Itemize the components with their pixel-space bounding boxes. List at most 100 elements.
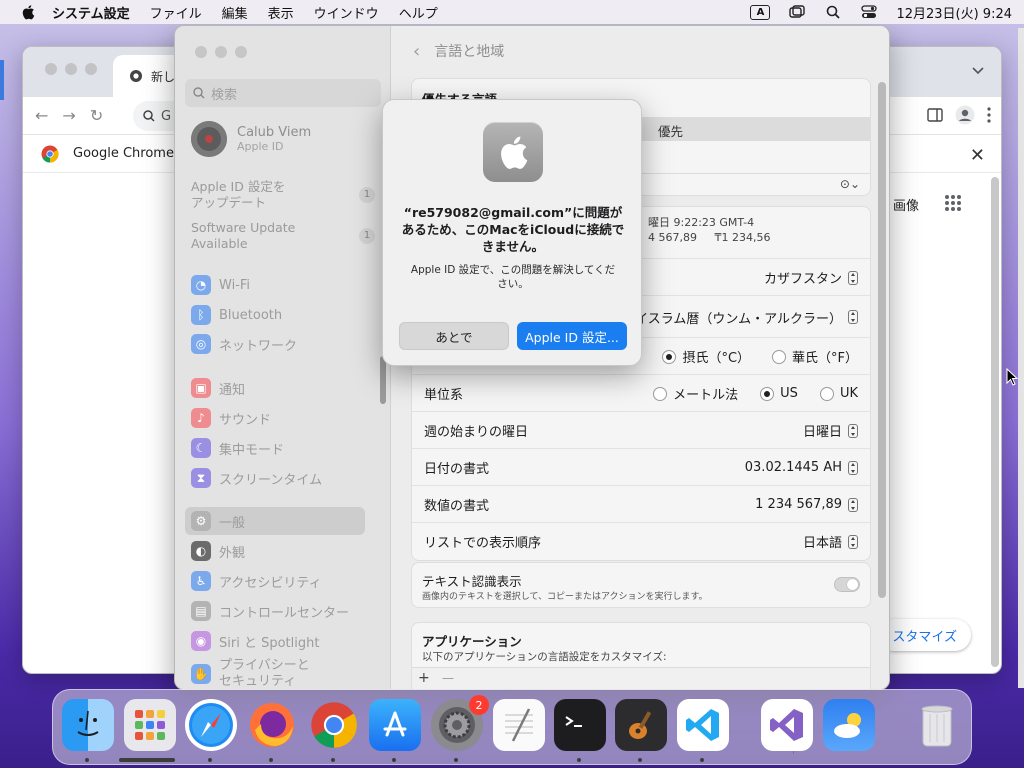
language-action-menu-icon[interactable]: ⊙⌄: [840, 177, 860, 191]
sidebar-item-control-center[interactable]: ▤ コントロールセンター: [191, 599, 349, 623]
later-button[interactable]: あとで: [399, 322, 509, 350]
textedit-icon[interactable]: [493, 699, 545, 751]
customize-button[interactable]: スタマイズ: [878, 619, 971, 651]
chrome-logo-icon: [41, 145, 59, 163]
wifi-icon: ◔: [191, 275, 211, 295]
popup-stepper-icon[interactable]: [848, 460, 858, 475]
sidebar-item-siri[interactable]: ◉ Siri と Spotlight: [191, 629, 319, 653]
notification-badge: 2: [469, 695, 489, 715]
fahrenheit-radio[interactable]: 華氏（°F）: [772, 347, 858, 366]
chrome-icon[interactable]: [308, 699, 360, 751]
google-apps-icon[interactable]: [945, 195, 961, 211]
reload-icon[interactable]: ↻: [90, 106, 103, 125]
back-arrow-icon[interactable]: ←: [35, 106, 48, 125]
row-value: 1 234 567,89: [755, 497, 842, 512]
chrome-scrollbar[interactable]: [991, 177, 999, 667]
more-menu-icon[interactable]: [987, 107, 991, 123]
garageband-icon[interactable]: [615, 699, 667, 751]
metric-radio[interactable]: メートル法: [653, 384, 738, 403]
apple-id-settings-button[interactable]: Apple ID 設定...: [517, 322, 627, 350]
control-center-icon: ▤: [191, 601, 211, 621]
zoom-dot[interactable]: [235, 46, 247, 58]
sidebar-item-privacy[interactable]: ✋ プライバシーと セキュリティ: [191, 658, 310, 689]
radio-label: 摂氏（°C）: [682, 351, 751, 366]
sidebar-item-general[interactable]: ⚙ 一般: [191, 509, 245, 533]
terminal-icon[interactable]: [554, 699, 606, 751]
popup-stepper-icon[interactable]: [848, 534, 858, 549]
calendar-value: イスラム暦（ウンム・アルクラー）: [635, 311, 842, 327]
apple-menu-icon[interactable]: [18, 4, 38, 20]
remove-application-button[interactable]: —: [442, 671, 454, 685]
popup-stepper-icon[interactable]: [848, 497, 858, 512]
menu-file[interactable]: ファイル: [150, 3, 202, 22]
sidebar-search-field[interactable]: 検索: [185, 79, 381, 107]
minimize-dot[interactable]: [65, 63, 77, 75]
sidebar-item-bluetooth[interactable]: ᛒ Bluetooth: [191, 303, 282, 327]
celsius-radio[interactable]: 摂氏（°C）: [662, 347, 750, 366]
close-dot[interactable]: [45, 63, 57, 75]
sidebar-item-network[interactable]: ◎ ネットワーク: [191, 332, 297, 356]
side-panel-icon[interactable]: [927, 108, 943, 122]
control-center-icon[interactable]: [860, 4, 878, 20]
forward-arrow-icon[interactable]: →: [62, 106, 75, 125]
menu-clock[interactable]: 12月23日(火) 9:24: [896, 3, 1012, 22]
google-images-link[interactable]: 画像: [893, 195, 919, 214]
minimize-dot[interactable]: [215, 46, 227, 58]
popup-stepper-icon[interactable]: [848, 310, 858, 324]
sidebar-item-sound[interactable]: ♪ サウンド: [191, 406, 271, 430]
sidebar-item-wifi[interactable]: ◔ Wi-Fi: [191, 273, 250, 297]
live-text-toggle[interactable]: [834, 577, 860, 592]
menu-view[interactable]: 表示: [268, 3, 294, 22]
launchpad-icon[interactable]: [124, 699, 176, 751]
settings-header: ‹ 言語と地域: [391, 26, 889, 76]
back-chevron-icon[interactable]: ‹: [413, 41, 420, 62]
menu-help[interactable]: ヘルプ: [399, 3, 438, 22]
sidebar-scrollbar[interactable]: [380, 356, 386, 404]
vscode-icon[interactable]: [677, 699, 729, 751]
trash-icon[interactable]: [911, 699, 963, 751]
row-value: 03.02.1445 AH: [744, 460, 842, 475]
list-sort-row[interactable]: リストでの表示順序 日本語: [412, 523, 870, 560]
popup-stepper-icon[interactable]: [848, 423, 858, 438]
safari-icon[interactable]: [185, 699, 237, 751]
zoom-dot[interactable]: [85, 63, 97, 75]
app-store-icon[interactable]: [369, 699, 421, 751]
visual-studio-icon[interactable]: [761, 699, 813, 751]
running-indicator: [208, 758, 212, 762]
sidebar-item-accessibility[interactable]: ♿ アクセシビリティ: [191, 569, 322, 593]
menu-edit[interactable]: 編集: [222, 3, 248, 22]
firefox-icon[interactable]: [246, 699, 298, 751]
menu-window[interactable]: ウインドウ: [314, 3, 379, 22]
radio-icon: [653, 386, 668, 401]
window-switch-icon[interactable]: [788, 4, 806, 20]
sidebar-apple-id[interactable]: Calub Viem Apple ID: [191, 121, 311, 157]
avatar: [191, 121, 227, 157]
system-settings-icon[interactable]: 2: [431, 695, 489, 751]
close-dot[interactable]: [195, 46, 207, 58]
sidebar-software-update[interactable]: Software Update Available 1: [191, 220, 375, 252]
profile-avatar-icon[interactable]: [955, 105, 975, 125]
input-source-icon[interactable]: A: [750, 4, 771, 20]
uk-radio[interactable]: UK: [819, 386, 858, 401]
omnibox-text: G: [161, 108, 172, 124]
finder-icon[interactable]: [62, 699, 114, 751]
sidebar-update-apple-id[interactable]: Apple ID 設定を アップデート 1: [191, 179, 375, 211]
spotlight-search-icon[interactable]: [824, 4, 842, 20]
weather-icon[interactable]: [823, 699, 875, 751]
sidebar-item-screen-time[interactable]: ⧗ スクリーンタイム: [191, 466, 322, 490]
popup-stepper-icon[interactable]: [848, 270, 858, 285]
menu-app-name[interactable]: システム設定: [52, 3, 130, 22]
chevron-down-icon[interactable]: [969, 61, 987, 79]
background-window-edge-right: [1018, 28, 1024, 688]
sidebar-item-focus[interactable]: ☾ 集中モード: [191, 436, 284, 460]
date-format-row[interactable]: 日付の書式 03.02.1445 AH: [412, 449, 870, 486]
main-scrollbar[interactable]: [878, 82, 886, 598]
first-day-row[interactable]: 週の始まりの曜日 日曜日: [412, 412, 870, 449]
running-indicator: [269, 758, 273, 762]
close-icon[interactable]: ✕: [970, 145, 985, 166]
sidebar-item-notifications[interactable]: ▣ 通知: [191, 376, 245, 400]
number-format-row[interactable]: 数値の書式 1 234 567,89: [412, 486, 870, 523]
add-application-button[interactable]: +: [418, 670, 430, 686]
sidebar-item-appearance[interactable]: ◐ 外観: [191, 539, 245, 563]
us-radio[interactable]: US: [760, 386, 798, 401]
